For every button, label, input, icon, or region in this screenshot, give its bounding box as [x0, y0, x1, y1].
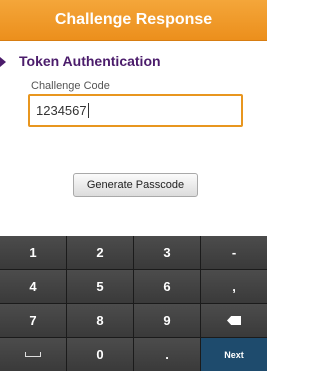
key-dot[interactable]: .: [134, 338, 200, 371]
section-title: Token Authentication: [19, 53, 161, 69]
section-arrow-icon: [0, 57, 6, 67]
backspace-icon: [227, 316, 241, 325]
title-bar: Challenge Response: [0, 0, 267, 41]
key-2[interactable]: 2: [67, 236, 133, 269]
key-0[interactable]: 0: [67, 338, 133, 371]
numeric-keyboard: 1 2 3 - 4 5 6 , 7 8 9 0 . Next: [0, 236, 267, 371]
space-icon: [25, 352, 41, 357]
challenge-code-value: 1234567: [36, 103, 87, 118]
generate-passcode-button[interactable]: Generate Passcode: [73, 173, 198, 197]
key-3[interactable]: 3: [134, 236, 200, 269]
key-space[interactable]: [0, 338, 66, 371]
key-next[interactable]: Next: [201, 338, 267, 371]
page-title: Challenge Response: [54, 11, 213, 28]
challenge-code-label: Challenge Code: [31, 80, 110, 92]
key-5[interactable]: 5: [67, 270, 133, 303]
key-1[interactable]: 1: [0, 236, 66, 269]
challenge-code-input[interactable]: 1234567: [28, 94, 243, 127]
text-cursor: [87, 103, 89, 118]
key-backspace[interactable]: [201, 304, 267, 337]
key-9[interactable]: 9: [134, 304, 200, 337]
key-4[interactable]: 4: [0, 270, 66, 303]
key-6[interactable]: 6: [134, 270, 200, 303]
key-8[interactable]: 8: [67, 304, 133, 337]
key-dash[interactable]: -: [201, 236, 267, 269]
key-7[interactable]: 7: [0, 304, 66, 337]
key-comma[interactable]: ,: [201, 270, 267, 303]
